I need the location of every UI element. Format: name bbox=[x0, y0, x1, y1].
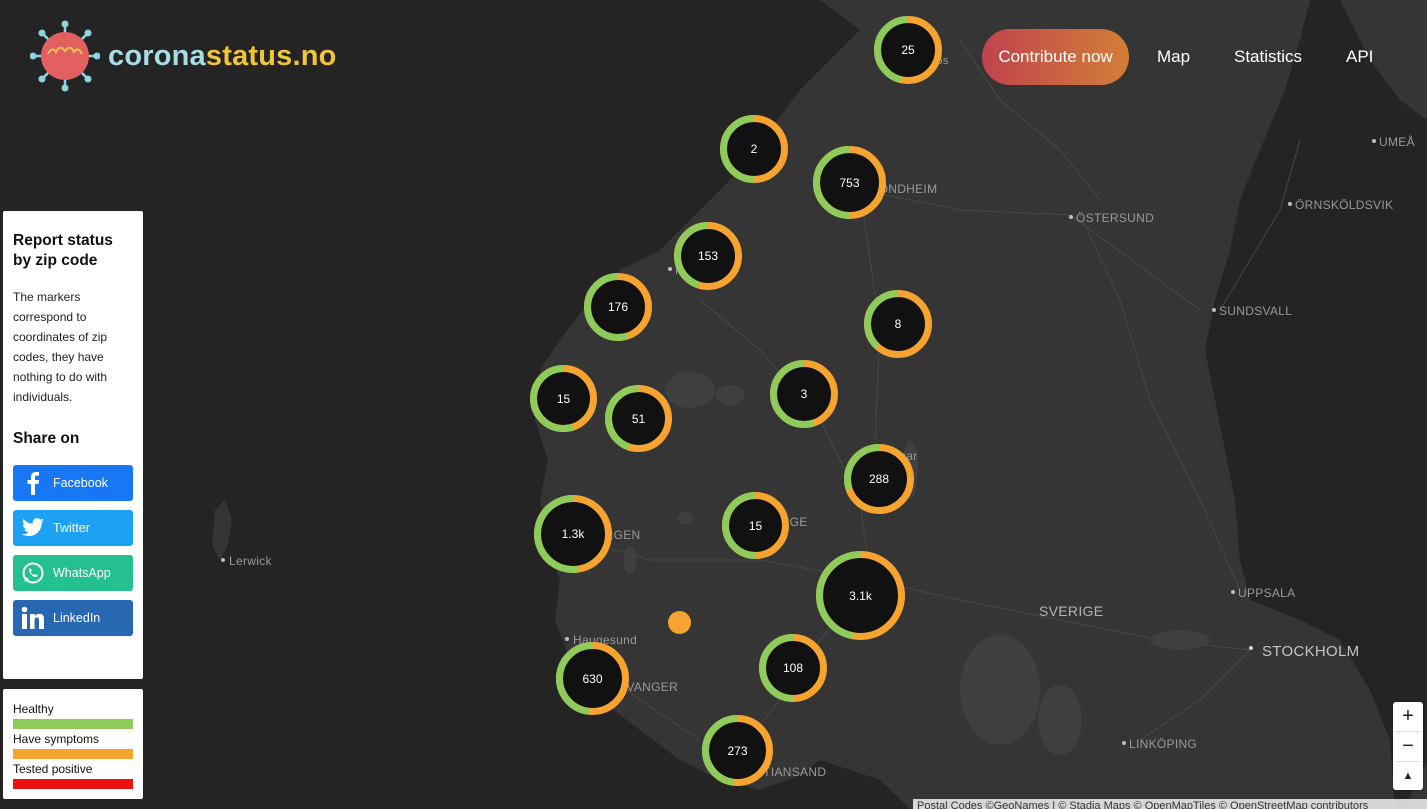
capital-star-icon bbox=[1249, 646, 1253, 650]
city-label-stockholm: STOCKHOLM bbox=[1262, 643, 1360, 660]
cluster-count: 753 bbox=[839, 175, 860, 190]
cluster-marker[interactable]: 108 bbox=[759, 634, 827, 702]
map-container[interactable]: Lerwick Haugesund STAVANGER KRISTIANSAND… bbox=[0, 0, 1427, 809]
cluster-marker[interactable]: 15 bbox=[722, 492, 789, 559]
legend: Healthy Have symptoms Tested positive bbox=[3, 689, 143, 799]
share-twitter-label: Twitter bbox=[53, 521, 90, 535]
cluster-count: 51 bbox=[631, 411, 646, 426]
share-whatsapp-label: WhatsApp bbox=[53, 566, 111, 580]
panel-title: Report status by zip code bbox=[13, 232, 113, 269]
cluster-count: 108 bbox=[782, 661, 804, 675]
nav-link-api[interactable]: API bbox=[1346, 47, 1373, 67]
legend-label-positive: Tested positive bbox=[13, 762, 93, 776]
cluster-count: 2 bbox=[750, 142, 758, 156]
basemap[interactable] bbox=[0, 0, 1427, 809]
zoom-control: + − ▲ bbox=[1393, 702, 1423, 790]
share-twitter-button[interactable]: Twitter bbox=[13, 510, 133, 546]
city-label-lerwick: Lerwick bbox=[229, 554, 272, 568]
city-dot bbox=[1231, 590, 1235, 594]
cluster-marker[interactable]: 288 bbox=[844, 444, 914, 514]
cluster-marker[interactable]: 3 bbox=[770, 360, 838, 428]
reset-north-button[interactable]: ▲ bbox=[1393, 761, 1423, 790]
brand-name-part1: corona bbox=[108, 39, 206, 72]
legend-label-symptoms: Have symptoms bbox=[13, 732, 100, 746]
zoom-in-button[interactable]: + bbox=[1393, 702, 1423, 731]
cluster-marker[interactable]: 51 bbox=[605, 385, 672, 452]
legend-swatch-healthy bbox=[13, 719, 133, 729]
city-label-linkoping: LINKÖPING bbox=[1129, 737, 1198, 751]
nav-link-map[interactable]: Map bbox=[1157, 47, 1190, 67]
cluster-marker[interactable]: 630 bbox=[556, 642, 629, 715]
cluster-marker[interactable]: 2 bbox=[720, 115, 788, 183]
cluster-marker[interactable]: 8 bbox=[864, 290, 932, 358]
cluster-marker[interactable]: 153 bbox=[674, 222, 742, 290]
virus-icon bbox=[30, 20, 100, 92]
city-dot bbox=[668, 267, 672, 271]
cluster-marker[interactable]: 273 bbox=[702, 715, 773, 786]
brand-name: coronastatus.no bbox=[108, 40, 337, 73]
cluster-count: 288 bbox=[868, 472, 890, 486]
city-dot bbox=[565, 637, 569, 641]
twitter-icon bbox=[13, 518, 53, 538]
city-dot bbox=[1122, 741, 1126, 745]
city-dot bbox=[1212, 308, 1216, 312]
share-linkedin-button[interactable]: LinkedIn bbox=[13, 600, 133, 636]
cluster-count: 25 bbox=[901, 43, 915, 57]
cluster-count: 3.1k bbox=[849, 588, 872, 603]
cluster-marker[interactable]: 753 bbox=[813, 146, 886, 219]
cluster-count: 1.3k bbox=[561, 527, 585, 541]
share-whatsapp-button[interactable]: WhatsApp bbox=[13, 555, 133, 591]
brand-logo[interactable]: coronastatus.no bbox=[30, 18, 337, 94]
city-dot bbox=[1069, 215, 1073, 219]
city-dot bbox=[1372, 139, 1376, 143]
cluster-marker[interactable]: 25 bbox=[874, 16, 942, 84]
nav-link-statistics[interactable]: Statistics bbox=[1234, 47, 1302, 67]
cluster-count: 630 bbox=[582, 671, 603, 686]
cluster-count: 15 bbox=[556, 391, 571, 406]
info-panel: Report status by zip code The markers co… bbox=[3, 211, 143, 679]
cluster-marker[interactable]: 1.3k bbox=[534, 495, 612, 573]
cluster-count: 15 bbox=[748, 518, 763, 533]
share-linkedin-label: LinkedIn bbox=[53, 611, 101, 625]
zoom-out-button[interactable]: − bbox=[1393, 732, 1423, 761]
legend-swatch-symptoms bbox=[13, 749, 133, 759]
cluster-marker[interactable]: 3.1k bbox=[816, 551, 905, 640]
city-label-umea: UMEÅ bbox=[1379, 135, 1415, 149]
share-facebook-label: Facebook bbox=[53, 476, 108, 490]
cluster-marker[interactable]: 176 bbox=[584, 273, 652, 341]
city-label-ostersund: ÖSTERSUND bbox=[1076, 211, 1155, 225]
cluster-marker[interactable]: 15 bbox=[530, 365, 597, 432]
contribute-button[interactable]: Contribute now bbox=[982, 29, 1129, 85]
cluster-count: 176 bbox=[607, 300, 629, 314]
whatsapp-icon bbox=[13, 561, 53, 585]
city-label-uppsala: UPPSALA bbox=[1238, 586, 1296, 600]
legend-label-healthy: Healthy bbox=[13, 702, 54, 716]
cluster-count: 153 bbox=[697, 249, 719, 263]
linkedin-icon bbox=[13, 606, 53, 630]
cluster-count: 8 bbox=[894, 317, 902, 331]
country-label-sverige: SVERIGE bbox=[1039, 603, 1104, 619]
share-facebook-button[interactable]: Facebook bbox=[13, 465, 133, 501]
cluster-count: 3 bbox=[800, 387, 808, 401]
cluster-count: 273 bbox=[727, 743, 748, 758]
brand-name-part2: status.no bbox=[205, 39, 337, 72]
city-label-ornskoldsvik: ÖRNSKÖLDSVIK bbox=[1295, 198, 1394, 212]
panel-description: The markers correspond to coordinates of… bbox=[13, 290, 108, 404]
share-title: Share on bbox=[13, 430, 80, 447]
city-dot bbox=[221, 558, 225, 562]
map-attribution[interactable]: Postal Codes ©GeoNames | © Stadia Maps ©… bbox=[913, 799, 1427, 809]
legend-swatch-positive bbox=[13, 779, 133, 789]
facebook-icon bbox=[13, 471, 53, 495]
single-report-marker[interactable] bbox=[668, 611, 691, 634]
city-label-sundsvall: SUNDSVALL bbox=[1219, 304, 1293, 318]
city-dot bbox=[1288, 202, 1292, 206]
